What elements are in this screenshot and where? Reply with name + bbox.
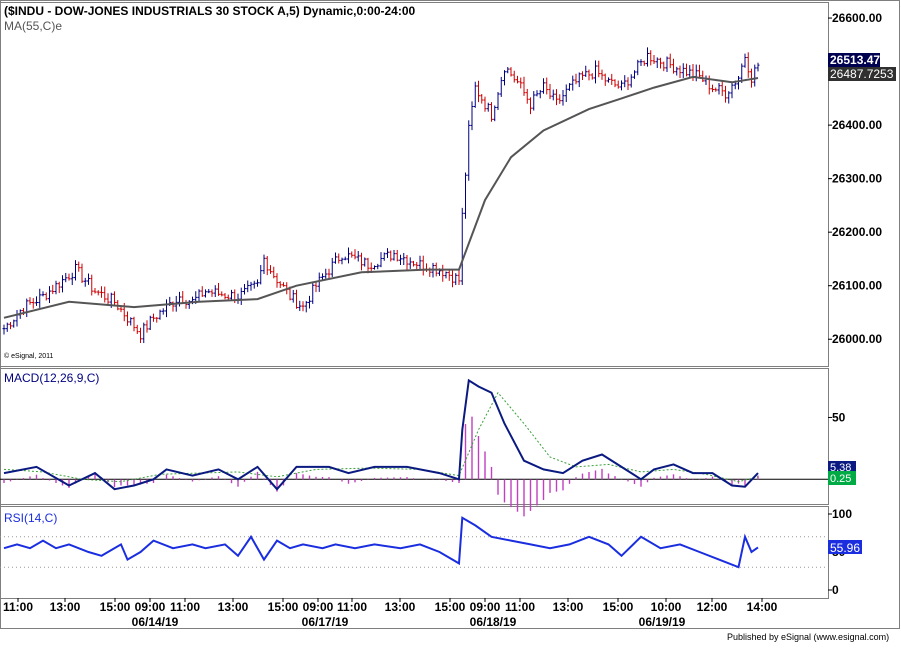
chart-root: ($INDU - DOW-JONES INDUSTRIALS 30 STOCK … <box>0 0 901 645</box>
time-axis-label: 13:00 <box>50 600 81 614</box>
time-axis-label: 11:00 <box>337 600 367 614</box>
price-axis-label: 26400.00 <box>832 118 882 132</box>
ma-label: MA(55,C)e <box>4 19 62 33</box>
chart-background <box>0 0 901 645</box>
date-axis-label: 06/19/19 <box>639 615 686 629</box>
published-credit: Published by eSignal (www.esignal.com) <box>727 632 889 642</box>
watermark-text: © eSignal, 2011 <box>4 352 54 360</box>
time-axis-label: 13:00 <box>553 600 584 614</box>
date-axis-label: 06/18/19 <box>470 615 517 629</box>
signal-value-box: 0.25 <box>828 471 856 485</box>
time-axis-label: 11:00 <box>505 600 535 614</box>
time-axis-label: 14:00 <box>747 600 778 614</box>
price-chart-title: ($INDU - DOW-JONES INDUSTRIALS 30 STOCK … <box>4 4 416 18</box>
chart-svg: ($INDU - DOW-JONES INDUSTRIALS 30 STOCK … <box>0 0 901 645</box>
rsi-axis-label: 100 <box>832 507 852 521</box>
time-axis-label: 10:00 <box>651 600 682 614</box>
time-axis-label: 13:00 <box>218 600 249 614</box>
date-axis-label: 06/17/19 <box>302 615 349 629</box>
last-price-box: 26513.47 <box>828 53 880 67</box>
time-axis-label: 09:00 <box>470 600 501 614</box>
rsi-title: RSI(14,C) <box>4 511 57 525</box>
time-axis-label: 12:00 <box>697 600 728 614</box>
signal-value: 0.25 <box>830 473 851 485</box>
last-price-value: 26513.47 <box>830 53 880 67</box>
rsi-value: 55.96 <box>830 541 860 555</box>
date-axis-label: 06/14/19 <box>132 615 179 629</box>
time-axis-label: 15:00 <box>268 600 299 614</box>
price-axis-label: 26100.00 <box>832 279 882 293</box>
rsi-axis-label: 0 <box>832 583 839 597</box>
time-axis-label: 09:00 <box>135 600 166 614</box>
macd-axis-label: 50 <box>832 410 846 424</box>
price-axis-label: 26600.00 <box>832 11 882 25</box>
rsi-value-box: 55.96 <box>828 540 862 555</box>
time-axis-label: 11:00 <box>3 600 33 614</box>
price-axis-label: 26000.00 <box>832 332 882 346</box>
price-axis-label: 26200.00 <box>832 225 882 239</box>
price-axis-label: 26300.00 <box>832 172 882 186</box>
time-axis-label: 13:00 <box>385 600 416 614</box>
time-axis: 11:00 13:00 15:00 09:00 11:00 13:00 15:00 09:00… <box>3 598 778 614</box>
time-axis-label: 15:00 <box>435 600 466 614</box>
time-axis-label: 09:00 <box>303 600 334 614</box>
ma-value: 26487.7253 <box>830 67 894 81</box>
time-axis-label: 15:00 <box>603 600 634 614</box>
ma-value-box: 26487.7253 <box>828 67 896 81</box>
time-axis-label: 11:00 <box>170 600 200 614</box>
macd-title: MACD(12,26,9,C) <box>4 371 99 385</box>
time-axis-label: 15:00 <box>100 600 131 614</box>
